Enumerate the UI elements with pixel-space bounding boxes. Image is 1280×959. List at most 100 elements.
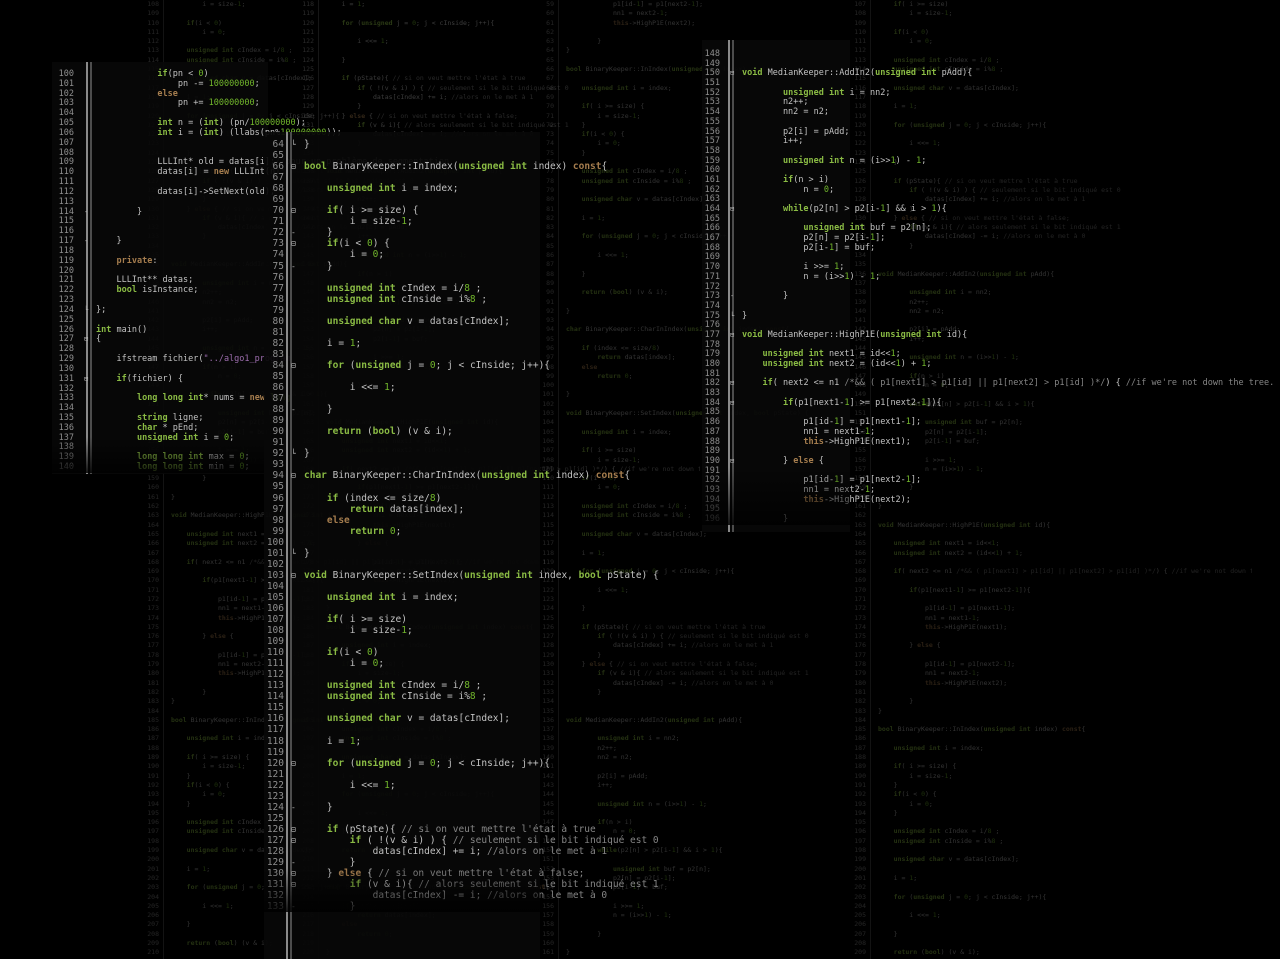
code-text: if ( !(v & i) ) { // seulement si le bit… [326, 84, 569, 93]
code-text: return (bool) (v & i); [304, 426, 453, 437]
code-text: } [742, 292, 788, 302]
code-text: i++; [742, 137, 803, 147]
line-number: 156 [852, 456, 868, 465]
code-line: 83 [264, 349, 540, 360]
fold-icon: ⊟ [290, 868, 304, 879]
code-line: 121 [852, 130, 1252, 139]
code-text: for (unsigned j = 0; j < cInside; j++){ [304, 360, 550, 371]
line-number: 196 [702, 515, 726, 525]
line-number: 203 [852, 893, 868, 902]
line-number: 69 [264, 194, 290, 205]
line-number: 139 [852, 298, 868, 307]
line-number: 194 [852, 809, 868, 818]
code-text: if(p1[next1-1] >= p1[next2-1]){ [742, 399, 942, 409]
code-line: 122 i <<= 1; [264, 780, 540, 791]
code-line: 66⊟bool BinaryKeeper::InIndex(unsigned i… [264, 161, 540, 172]
code-line: 70⊟ if( i >= size) { [264, 205, 540, 216]
code-line: 111 i = 0; [264, 658, 540, 669]
code-line: 157 n = (i>>1) - 1; [852, 465, 1252, 474]
line-number: 82 [540, 214, 556, 223]
code-line: 199 unsigned char v = datas[cIndex]; [852, 855, 1252, 864]
line-number: 129 [264, 857, 290, 868]
code-text: bool BinaryKeeper::InIndex(unsigned int … [304, 161, 607, 172]
line-number: 117 [264, 724, 290, 735]
code-text: unsigned int cIndex = i/8 ; [878, 827, 999, 836]
code-line: 154 nn2 = n2; [702, 108, 850, 118]
code-text: i = 1; [566, 549, 605, 558]
line-number: 124 [540, 604, 556, 613]
code-line: 173 nn1 = next1-1; [852, 614, 1252, 623]
code-text: datas[i]->SetNext(old); [96, 188, 275, 198]
code-text: } [566, 651, 601, 660]
code-text: if(i < 0) { [304, 238, 390, 249]
code-text: i = 0; [304, 249, 384, 260]
fold-icon: └ [726, 312, 742, 322]
line-number: 90 [540, 288, 556, 297]
code-line: 126 if (pState){ // si on veut mettre l'… [852, 177, 1252, 186]
line-number: 119 [540, 558, 556, 567]
line-number: 70 [264, 205, 290, 216]
code-line: 119 private: [52, 257, 268, 267]
code-line: 155 [852, 446, 1252, 455]
code-line: 174 this->HighP1E(next1); [852, 623, 1252, 632]
code-line: 90 return (bool) (v & i); [264, 426, 540, 437]
line-number: 86 [540, 251, 556, 260]
code-line: 127⊟ if ( !(v & i) ) { // seulement si l… [264, 835, 540, 846]
line-number: 117 [540, 539, 556, 548]
line-number: 142 [540, 772, 556, 781]
line-number: 118 [264, 736, 290, 747]
line-number: 78 [540, 177, 556, 186]
line-number: 82 [264, 338, 290, 349]
line-number: 165 [852, 539, 868, 548]
line-number: 72 [540, 121, 556, 130]
code-line: 130 } else { // si on veut mettre l'état… [852, 214, 1252, 223]
line-number: 140 [852, 307, 868, 316]
code-text: } [742, 515, 788, 525]
code-text: } [171, 697, 175, 706]
line-number: 111 [145, 28, 161, 37]
code-line: 68 unsigned int i = index; [264, 183, 540, 194]
line-number: 209 [852, 948, 868, 957]
code-text: } [171, 474, 206, 483]
code-text: unsigned int cIndex = i/8 ; [304, 680, 481, 691]
code-rows-right: 148149150⊟void MedianKeeper::AddIn2(unsi… [702, 50, 850, 525]
code-text: i <<= 1; [304, 780, 396, 791]
code-text: } [326, 56, 346, 65]
line-number: 78 [264, 294, 290, 305]
code-line: 86 i <<= 1; [264, 382, 540, 393]
code-line: 127⊟{ [52, 335, 268, 345]
code-line: 131⊟ if(fichier) { [52, 375, 268, 385]
code-text: } else { // si on veut mettre l'état à f… [566, 660, 758, 669]
line-number: 169 [852, 576, 868, 585]
code-line: 200 [852, 865, 1252, 874]
code-text: if(i < 0) [878, 28, 929, 37]
line-number: 92 [264, 448, 290, 459]
line-number: 138 [852, 288, 868, 297]
code-text: } [304, 857, 355, 868]
code-line: 136void MedianKeeper::AddIn2(unsigned in… [852, 270, 1252, 279]
code-line: 124└}; [52, 306, 268, 316]
code-line: 195 [852, 818, 1252, 827]
code-line: 85 [264, 371, 540, 382]
code-text: i++; [566, 781, 613, 790]
line-number: 126 [300, 74, 316, 83]
code-line: 190 i = size-1; [852, 772, 1252, 781]
code-line: 154 p2[i-1] = buf; [852, 437, 1252, 446]
line-number: 89 [540, 279, 556, 288]
code-text: i >>= 1; [878, 456, 956, 465]
line-number: 159 [540, 930, 556, 939]
code-text: i <<= 1; [878, 139, 941, 148]
code-text: for (unsigned j = 0; j < cInside; j++){ [878, 893, 1046, 902]
code-text: } [96, 237, 122, 247]
code-line: 65 [264, 150, 540, 161]
line-number: 132 [264, 890, 290, 901]
line-number: 157 [852, 465, 868, 474]
code-line: 180 unsigned int next2 = (id<<1) + 1; [702, 360, 850, 370]
line-number: 187 [145, 734, 161, 743]
line-number: 192 [145, 781, 161, 790]
code-line: 179 nn1 = next2-1; [852, 669, 1252, 678]
line-number: 132 [540, 679, 556, 688]
code-text: datas[cIndex] += i; //alors on le met à … [326, 93, 533, 102]
code-text: i = 0; [304, 658, 384, 669]
line-number: 114 [264, 691, 290, 702]
